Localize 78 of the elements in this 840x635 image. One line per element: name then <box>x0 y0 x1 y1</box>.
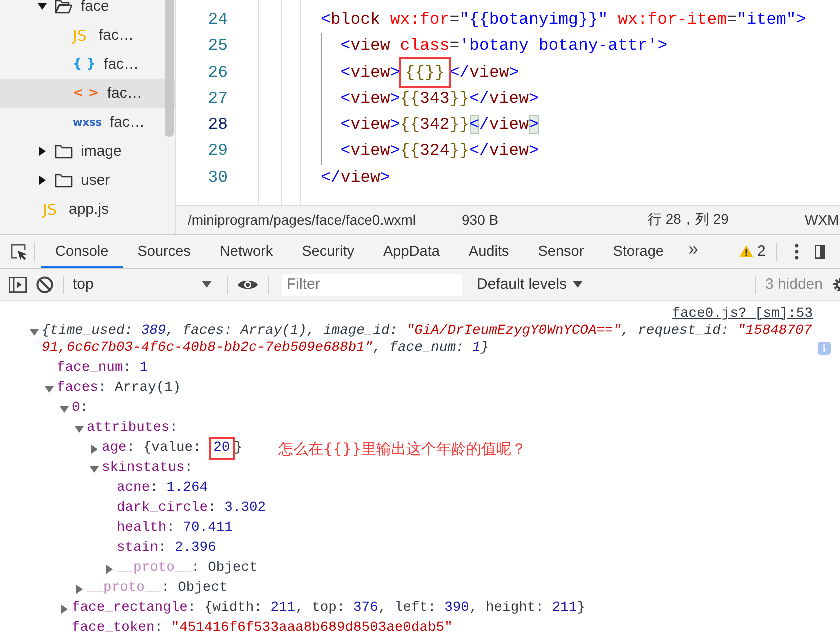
property-entry[interactable]: attributes: <box>87 419 178 439</box>
line-number: 27 <box>207 88 229 110</box>
line-number: 25 <box>207 35 229 58</box>
folder-icon <box>55 0 73 14</box>
file-tree-item[interactable]: < > fac… <box>0 79 175 108</box>
expanded-arrow-icon[interactable] <box>38 2 47 11</box>
code-line: <view> {{}} </view> <box>340 60 520 86</box>
code-line: <block wx:for="{{botanyimg}}" wx:for-item="item"> <box>321 9 806 31</box>
clear-console-icon[interactable] <box>36 276 54 294</box>
line-number: 30 <box>207 166 229 189</box>
collapsed-arrow-icon[interactable] <box>38 176 47 185</box>
file-tree-item[interactable]: image <box>0 137 175 166</box>
inspect-icon[interactable] <box>10 242 28 260</box>
file-type-icon: wxss <box>73 116 102 128</box>
cursor-position: 行 28，列 29 <box>648 211 730 229</box>
property-entry[interactable]: acne: 1.264 <box>117 479 208 499</box>
scrollbar[interactable] <box>165 0 174 137</box>
property-entry[interactable]: __proto__: Object <box>87 579 228 599</box>
file-type-icon: { } <box>73 57 96 72</box>
file-tree-item[interactable]: user <box>0 166 175 195</box>
filter-field[interactable]: Filter <box>282 274 462 296</box>
property-entry[interactable]: 0: <box>72 399 89 419</box>
dropdown-caret-icon <box>202 281 212 288</box>
settings-icon[interactable] <box>832 276 840 292</box>
code-line: <view>{{343}}</view> <box>340 88 539 110</box>
warning-icon <box>738 245 754 258</box>
property-entry[interactable]: stain: 2.396 <box>117 539 216 559</box>
property-entry[interactable]: age: {value: 20 } <box>102 439 242 459</box>
file-size: 930 B <box>462 212 500 228</box>
code-line: <view>{{324}}</view> <box>340 140 539 162</box>
folder-icon <box>55 144 73 159</box>
object-summary: {time_used: 389, faces: Array(1), image_id: "GiA/DrIeumEzygY0WnYCOA==", request_id: "1584870791,6c6c7b03-4f6c-40b8-bb2c-7eb509e688b1", face_num: 1} <box>42 323 814 357</box>
code-line: <view>{{342}}</view> <box>340 114 539 136</box>
property-entry[interactable]: health: 70.411 <box>117 519 233 539</box>
line-number: 29 <box>207 140 229 162</box>
line-number: 26 <box>207 62 229 84</box>
property-entry[interactable]: dark_circle: 3.302 <box>117 499 266 519</box>
devtools-tab[interactable]: Audits <box>454 235 524 268</box>
file-language: WXM <box>805 212 840 228</box>
dropdown-caret-icon <box>573 281 584 288</box>
code-line: </view> <box>321 166 390 189</box>
more-menu-icon[interactable] <box>794 244 799 260</box>
devtools-tab[interactable]: Sensor <box>524 235 599 268</box>
sidebar-toggle-icon[interactable] <box>9 276 27 292</box>
context-select[interactable]: top <box>73 276 218 293</box>
hidden-count: 3 hidden <box>765 276 823 293</box>
file-tree-item[interactable]: JS app.js <box>0 195 175 224</box>
file-tree-item[interactable]: JS fac… <box>0 21 175 50</box>
file-path: /miniprogram/pages/face/face0.wxml <box>188 212 417 228</box>
property-entry[interactable]: face_token: "451416f6f533aaa8b689d8503ae0dab5" <box>72 619 453 635</box>
property-entry[interactable]: face_rectangle: {width: 211, top: 376, left: 390, height: 211} <box>72 599 586 619</box>
info-icon <box>818 342 831 355</box>
property-entry[interactable]: __proto__: Object <box>117 559 258 579</box>
collapsed-arrow-icon[interactable] <box>38 147 47 156</box>
devtools-tab[interactable]: Security <box>288 235 369 268</box>
property-entry[interactable]: skinstatus: <box>102 459 194 479</box>
devtools-tab[interactable]: AppData <box>368 235 454 268</box>
folder-icon <box>55 173 73 188</box>
devtools-tab[interactable]: Network <box>205 235 288 268</box>
warnings-button[interactable]: 2 <box>730 243 770 260</box>
annotation-text: 怎么在{{}}里输出这个年龄的值呢？ <box>278 439 527 459</box>
devtools-tab[interactable]: Storage <box>598 235 678 268</box>
line-number: 28 <box>207 114 229 136</box>
file-tree-item[interactable]: wxss fac… <box>0 108 175 137</box>
line-number: 24 <box>207 9 229 31</box>
property-entry[interactable]: faces: Array(1) <box>57 379 182 399</box>
file-tree-item[interactable]: face <box>0 0 175 21</box>
file-type-icon: JS <box>73 26 91 44</box>
log-levels-select[interactable]: Default levels <box>471 275 590 294</box>
devtools-tab[interactable]: Sources <box>123 235 206 268</box>
more-tabs-button[interactable]: » <box>678 239 708 264</box>
file-tree-item[interactable]: { } fac… <box>0 50 175 79</box>
dock-icon[interactable] <box>814 244 825 258</box>
code-line: <view class='botany botany-attr'> <box>340 35 668 58</box>
source-link[interactable]: face0.js? [sm]:53 <box>672 306 813 323</box>
file-type-icon: < > <box>73 86 100 101</box>
property-entry[interactable]: face_num: 1 <box>57 359 148 379</box>
file-type-icon: JS <box>43 200 61 218</box>
